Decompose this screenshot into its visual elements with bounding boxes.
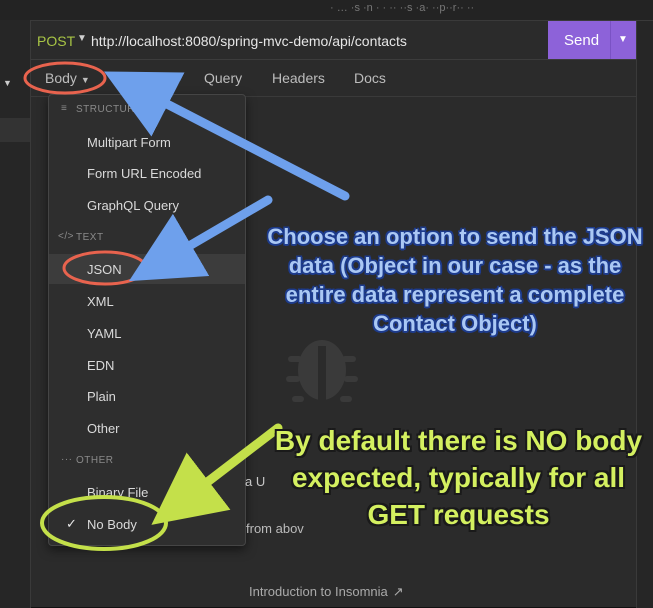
menu-item-label: No Body <box>87 517 137 532</box>
menu-item-binary-file[interactable]: Binary File <box>49 477 245 507</box>
title-strip: · … ·s ·n · · ·· ··s ·a· ··p··r·· ·· <box>0 0 653 21</box>
send-divider <box>610 21 611 59</box>
menu-item-form-url-encoded[interactable]: Form URL Encoded <box>49 158 245 188</box>
menu-item-graphql-query[interactable]: GraphQL Query <box>49 190 245 220</box>
method-chevron-down-icon[interactable]: ▼ <box>77 33 87 44</box>
body-type-menu: ≡ STRUCTURED Multipart Form Form URL Enc… <box>48 94 246 546</box>
blue-annotation-text: Choose an option to send the JSON data (… <box>267 224 643 336</box>
menu-item-label: XML <box>87 294 114 309</box>
menu-section-other: ··· OTHER <box>49 452 245 470</box>
section-header: TEXT <box>76 232 104 243</box>
list-icon: ≡ <box>61 103 68 114</box>
menu-item-label: JSON <box>87 262 122 277</box>
menu-item-label: GraphQL Query <box>87 198 180 213</box>
tab-docs[interactable]: Docs <box>354 70 386 86</box>
menu-section-text: </> TEXT <box>49 229 245 247</box>
menu-item-label: Binary File <box>87 485 149 500</box>
send-button-label: Send <box>564 32 600 49</box>
external-link-icon: ↗ <box>392 584 404 599</box>
empty-state-title: a U <box>245 474 266 489</box>
menu-item-no-body[interactable]: ✓ No Body <box>49 509 245 539</box>
sidebar: ▼ <box>0 20 31 608</box>
tab-auth-label: Auth <box>127 70 156 86</box>
tab-body-label: Body <box>45 70 77 86</box>
menu-item-label: Plain <box>87 389 116 404</box>
url-input[interactable]: http://localhost:8080/spring-mvc-demo/ap… <box>91 33 407 49</box>
request-tabs: Body ▼ Auth ▼ Query Headers Docs <box>31 60 636 97</box>
menu-item-label: Form URL Encoded <box>87 166 202 181</box>
intro-link-label: Introduction to Insomnia <box>249 584 388 599</box>
tab-body[interactable]: Body ▼ <box>45 70 90 86</box>
method-selector[interactable]: POST <box>37 33 75 49</box>
request-url-bar: POST ▼ http://localhost:8080/spring-mvc-… <box>31 21 636 60</box>
chevron-down-icon: ▼ <box>80 75 90 85</box>
checkmark-icon: ✓ <box>66 516 77 531</box>
send-button[interactable]: Send ▼ <box>548 21 636 59</box>
menu-item-other[interactable]: Other <box>49 413 245 443</box>
menu-item-label: YAML <box>87 326 122 341</box>
sidebar-selected-row[interactable] <box>0 118 30 142</box>
more-icon: ··· <box>61 454 73 465</box>
menu-section-structured: ≡ STRUCTURED <box>49 101 245 119</box>
tab-auth[interactable]: Auth ▼ <box>127 70 169 86</box>
collapse-caret-icon[interactable]: ▼ <box>3 78 12 88</box>
send-options-chevron-icon[interactable]: ▼ <box>618 34 628 45</box>
intro-link[interactable]: Introduction to Insomnia ↗ <box>249 584 404 600</box>
green-annotation-text: By default there is NO body expected, ty… <box>274 425 643 530</box>
section-header: OTHER <box>76 455 114 466</box>
menu-item-edn[interactable]: EDN <box>49 350 245 380</box>
tab-headers[interactable]: Headers <box>272 70 325 86</box>
tab-query[interactable]: Query <box>204 70 242 86</box>
section-header: STRUCTURED <box>76 104 150 115</box>
menu-item-multipart-form[interactable]: Multipart Form <box>49 127 245 157</box>
menu-item-label: Other <box>87 421 120 436</box>
menu-item-label: EDN <box>87 358 115 373</box>
menu-item-yaml[interactable]: YAML <box>49 318 245 348</box>
chevron-down-icon: ▼ <box>159 75 169 85</box>
code-icon: </> <box>58 231 74 242</box>
menu-item-label: Multipart Form <box>87 135 171 150</box>
menu-item-xml[interactable]: XML <box>49 286 245 316</box>
menu-item-json[interactable]: JSON <box>49 254 245 284</box>
title-strip-text: · … ·s ·n · · ·· ··s ·a· ··p··r·· ·· <box>330 2 475 14</box>
menu-item-plain[interactable]: Plain <box>49 381 245 411</box>
